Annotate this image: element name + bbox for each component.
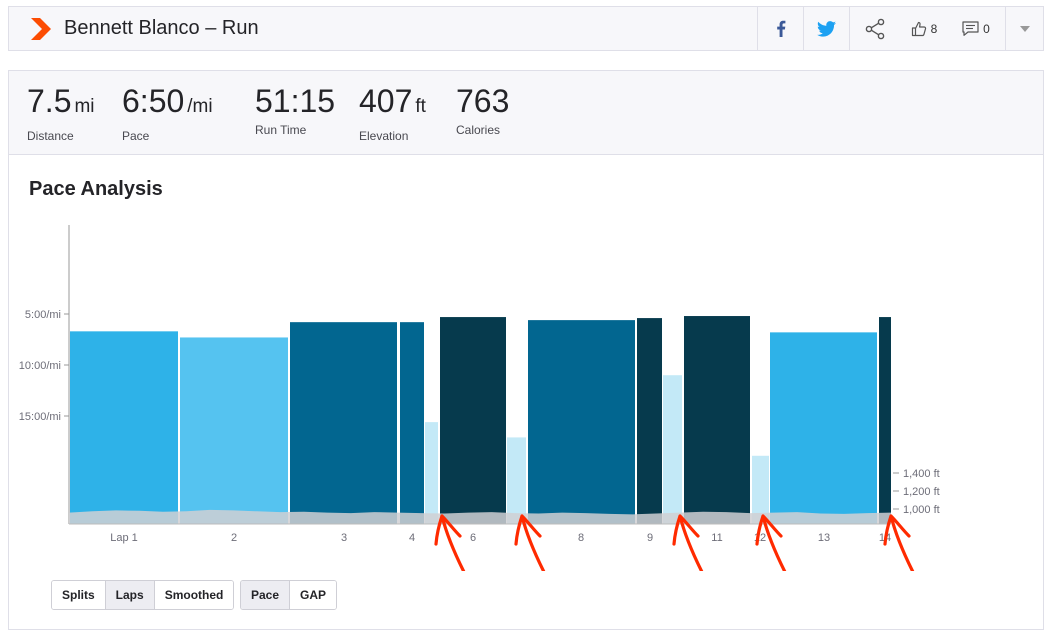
- y2-tick-label: 1,400 ft: [903, 468, 940, 480]
- metric-toggle-group: Pace GAP: [240, 580, 338, 610]
- stat-label: Calories: [456, 123, 501, 137]
- comments-button[interactable]: 0: [949, 7, 1003, 50]
- stat-value: 407: [359, 83, 413, 119]
- activity-panel: 7.5 mi Distance 6:50/mi Pace 51:15 Run Ti…: [8, 70, 1044, 630]
- stat-label: Run Time: [255, 123, 307, 137]
- kudos-count: 8: [930, 21, 938, 36]
- lap-bar[interactable]: [528, 320, 635, 524]
- activity-header: Bennett Blanco – Run 8 0: [8, 6, 1044, 51]
- more-actions-dropdown[interactable]: [1005, 7, 1044, 50]
- laps-button[interactable]: Laps: [105, 581, 155, 609]
- facebook-share-button[interactable]: [757, 7, 803, 50]
- lap-bar[interactable]: [637, 318, 662, 524]
- lap-bar[interactable]: [180, 337, 288, 524]
- lap-bar[interactable]: [879, 317, 891, 524]
- thumbs-up-icon: [911, 21, 926, 36]
- x-tick-label: 4: [409, 532, 415, 544]
- stat-unit: mi: [74, 96, 95, 117]
- x-tick-label: 8: [578, 532, 584, 544]
- activity-title: Bennett Blanco – Run: [64, 17, 259, 39]
- stat-label: Distance: [27, 129, 74, 143]
- chevron-down-icon: [1020, 25, 1030, 32]
- stat-distance: 7.5 mi Distance: [27, 83, 95, 143]
- stat-calories: 763 Calories: [456, 83, 509, 137]
- strava-logo-icon: [31, 18, 51, 40]
- stat-unit: /mi: [187, 96, 213, 117]
- x-tick-label: 6: [470, 532, 476, 544]
- x-tick-label: 9: [647, 532, 653, 544]
- stat-label: Elevation: [359, 129, 409, 143]
- stat-value: 51:15: [255, 83, 336, 119]
- share-button[interactable]: [849, 7, 899, 50]
- y-tick-label: 5:00/mi: [25, 309, 61, 321]
- lap-bar[interactable]: [663, 375, 682, 524]
- pace-analysis-chart: 5:00/mi 10:00/mi 15:00/mi 1,400 ft 1,200 ft 1…: [19, 225, 940, 571]
- x-tick-label: Lap 1: [110, 532, 138, 544]
- lap-bar[interactable]: [400, 322, 424, 524]
- facebook-icon: [776, 20, 785, 37]
- x-tick-label: 2: [231, 532, 237, 544]
- y2-tick-label: 1,000 ft: [903, 504, 940, 516]
- stat-value: 7.5: [27, 83, 72, 119]
- comments-count: 0: [983, 21, 990, 36]
- kudos-button[interactable]: 8: [899, 7, 949, 50]
- lap-bar[interactable]: [684, 316, 750, 524]
- stat-pace: 6:50/mi Pace: [122, 83, 213, 143]
- y-tick-label: 15:00/mi: [19, 411, 61, 423]
- stat-run-time: 51:15 Run Time: [255, 83, 335, 137]
- view-toggle-group: Splits Laps Smoothed: [51, 580, 235, 610]
- y2-tick-label: 1,200 ft: [903, 486, 940, 498]
- stat-unit: ft: [415, 96, 426, 117]
- x-tick-label: 13: [818, 532, 830, 544]
- stat-value: 763: [456, 83, 510, 119]
- stat-label: Pace: [122, 129, 150, 143]
- pace-button[interactable]: Pace: [241, 581, 291, 609]
- stats-bar: 7.5 mi Distance 6:50/mi Pace 51:15 Run Ti…: [9, 71, 1043, 155]
- x-tick-label: 11: [711, 532, 722, 544]
- stat-value: 6:50: [122, 83, 185, 119]
- comment-icon: [962, 21, 979, 36]
- smoothed-button[interactable]: Smoothed: [154, 581, 234, 609]
- stat-elevation: 407 ft Elevation: [359, 83, 426, 143]
- lap-bar[interactable]: [425, 422, 438, 524]
- lap-bar[interactable]: [507, 437, 526, 524]
- y-tick-label: 10:00/mi: [19, 360, 61, 372]
- lap-bar[interactable]: [70, 331, 178, 524]
- lap-bar[interactable]: [290, 322, 397, 524]
- splits-button[interactable]: Splits: [52, 581, 106, 609]
- gap-button[interactable]: GAP: [290, 581, 337, 609]
- lap-bar[interactable]: [770, 332, 877, 524]
- twitter-share-button[interactable]: [803, 7, 849, 50]
- twitter-icon: [817, 20, 836, 37]
- x-tick-label: 3: [341, 532, 347, 544]
- lap-bar[interactable]: [440, 317, 506, 524]
- pace-analysis-title: Pace Analysis: [29, 178, 163, 200]
- share-icon: [865, 18, 884, 39]
